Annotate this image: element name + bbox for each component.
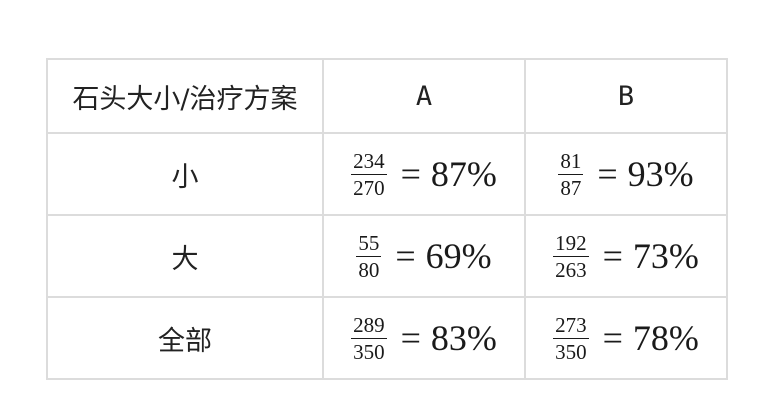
denominator: 350 [555, 339, 587, 364]
cell-all-b: 273 350 = 78% [524, 296, 728, 380]
cell-large-b: 192 263 = 73% [524, 214, 728, 298]
fraction: 81 87 [558, 148, 584, 200]
header-treatment-a: A [322, 58, 526, 134]
percentage: 93% [627, 154, 694, 194]
percentage: 83% [430, 318, 497, 358]
header-stone-size-treatment: 石头大小/治疗方案 [46, 58, 324, 134]
treatment-comparison-table: 石头大小/治疗方案 A B 小 234 270 = 87% 81 87 = 93… [46, 58, 728, 380]
percentage: 78% [632, 318, 699, 358]
fraction: 55 80 [356, 230, 382, 282]
row-label-all: 全部 [46, 296, 324, 380]
table-row: 大 55 80 = 69% 192 263 = 73% [46, 214, 728, 298]
percentage: 73% [632, 236, 699, 276]
cell-large-a: 55 80 = 69% [322, 214, 526, 298]
equals-sign: = [597, 154, 618, 194]
fraction: 289 350 [351, 314, 387, 363]
equals-sign: = [400, 318, 421, 358]
equals-sign: = [602, 236, 623, 276]
success-rate-formula: 81 87 = 93% [558, 148, 694, 200]
percentage: 87% [430, 154, 497, 194]
equals-sign: = [395, 236, 416, 276]
numerator: 273 [553, 312, 589, 339]
numerator: 234 [351, 148, 387, 175]
success-rate-formula: 273 350 = 78% [553, 314, 699, 363]
row-label-large: 大 [46, 214, 324, 298]
numerator: 192 [553, 230, 589, 257]
fraction: 273 350 [553, 314, 589, 363]
denominator: 87 [560, 175, 582, 200]
success-rate-formula: 55 80 = 69% [356, 230, 492, 282]
success-rate-formula: 289 350 = 83% [351, 314, 497, 363]
denominator: 270 [353, 175, 385, 200]
numerator: 81 [558, 148, 584, 175]
fraction: 234 270 [351, 150, 387, 199]
row-label-small: 小 [46, 132, 324, 216]
denominator: 80 [358, 257, 380, 282]
numerator: 55 [356, 230, 382, 257]
equals-sign: = [602, 318, 623, 358]
table-row: 全部 289 350 = 83% 273 350 = 78% [46, 296, 728, 380]
success-rate-formula: 192 263 = 73% [553, 232, 699, 281]
denominator: 350 [353, 339, 385, 364]
cell-small-a: 234 270 = 87% [322, 132, 526, 216]
table-header-row: 石头大小/治疗方案 A B [46, 58, 728, 134]
table-row: 小 234 270 = 87% 81 87 = 93% [46, 132, 728, 216]
cell-all-a: 289 350 = 83% [322, 296, 526, 380]
cell-small-b: 81 87 = 93% [524, 132, 728, 216]
success-rate-formula: 234 270 = 87% [351, 150, 497, 199]
header-treatment-b: B [524, 58, 728, 134]
numerator: 289 [351, 312, 387, 339]
equals-sign: = [400, 154, 421, 194]
denominator: 263 [555, 257, 587, 282]
fraction: 192 263 [553, 232, 589, 281]
percentage: 69% [425, 236, 492, 276]
